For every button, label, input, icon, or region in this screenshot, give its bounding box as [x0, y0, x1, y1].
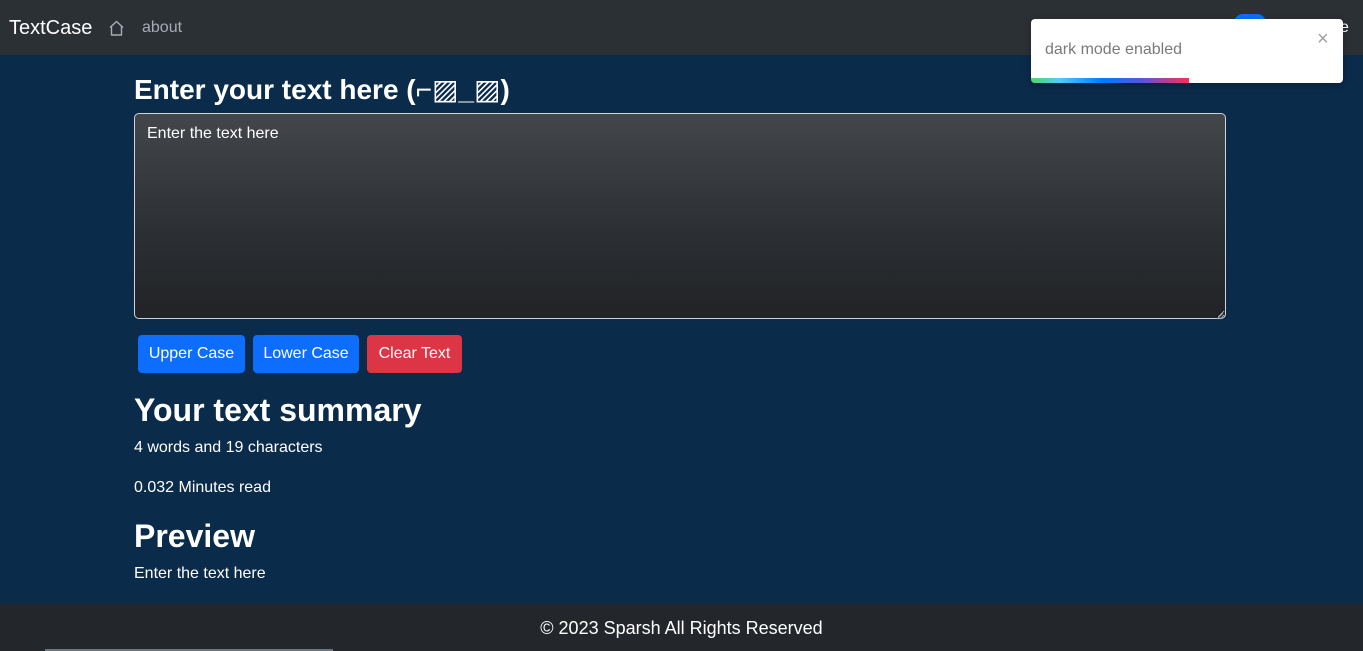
preview-heading: Preview	[134, 518, 255, 554]
upper-case-button[interactable]: Upper Case	[138, 335, 245, 373]
clear-text-button[interactable]: Clear Text	[367, 335, 462, 373]
summary-heading: Your text summary	[134, 392, 422, 428]
read-time: 0.032 Minutes read	[134, 479, 271, 496]
form-heading: Enter your text here (⌐▨_▨)	[134, 74, 510, 105]
toast-message: dark mode enabled	[1045, 41, 1182, 58]
word-char-count: 4 words and 19 characters	[134, 439, 323, 456]
footer: © 2023 Sparsh All Rights Reserved	[0, 604, 1363, 651]
toast-progress-bar	[1031, 78, 1189, 83]
preview-text: Enter the text here	[134, 565, 266, 582]
home-icon[interactable]	[108, 19, 125, 37]
text-input[interactable]: Enter the text here	[134, 113, 1226, 319]
brand-link[interactable]: TextCase	[9, 16, 92, 40]
footer-copyright: © 2023 Sparsh All Rights Reserved	[540, 618, 823, 638]
lower-case-button[interactable]: Lower Case	[253, 335, 359, 373]
toast-notification: dark mode enabled ×	[1031, 19, 1343, 83]
nav-link-about[interactable]: about	[142, 19, 182, 37]
resize-grip-icon[interactable]	[1214, 307, 1224, 320]
close-icon[interactable]: ×	[1317, 29, 1329, 49]
